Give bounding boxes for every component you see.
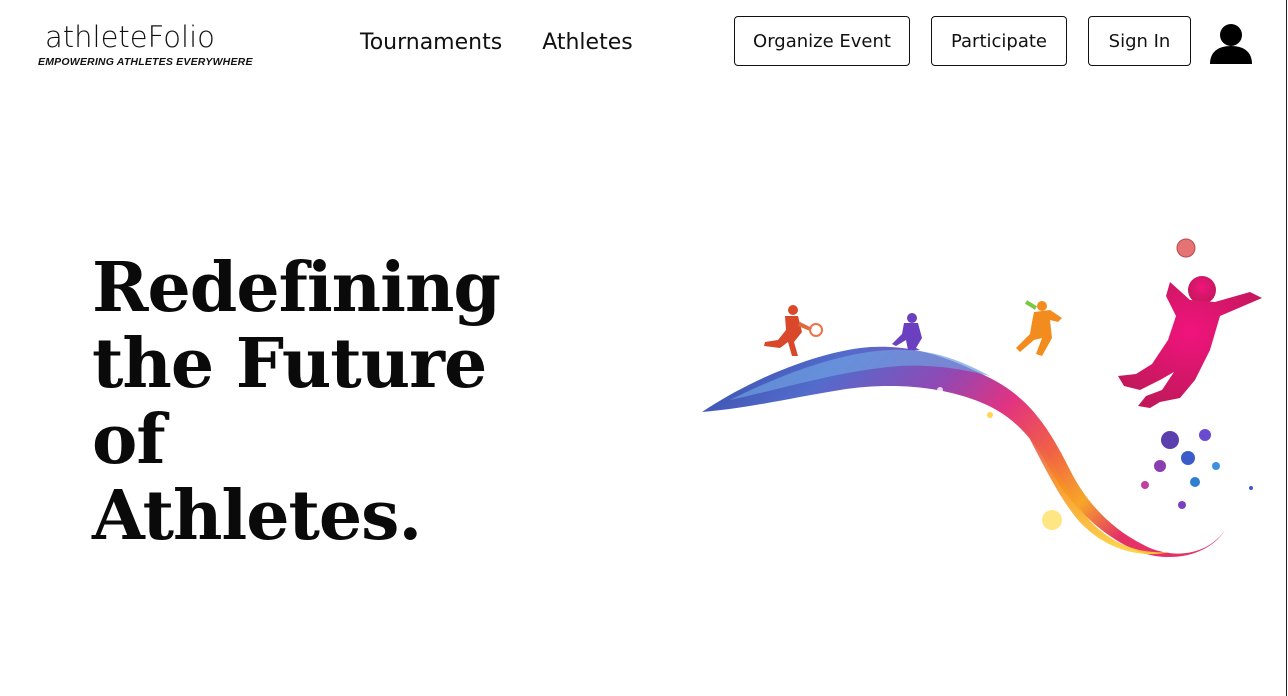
main-nav: Tournaments Athletes <box>360 26 633 60</box>
brand-logo[interactable]: athleteFolio EMPOWERING ATHLETES EVERYWH… <box>38 18 268 68</box>
organize-event-button[interactable]: Organize Event <box>734 16 910 66</box>
brand-tagline: EMPOWERING ATHLETES EVERYWHERE <box>38 56 253 68</box>
nav-link-athletes[interactable]: Athletes <box>542 26 633 60</box>
participate-button[interactable]: Participate <box>931 16 1067 66</box>
nav-link-tournaments[interactable]: Tournaments <box>360 26 502 60</box>
hero-title-line: Athletes. <box>92 476 422 556</box>
sports-splash-illustration <box>690 230 1280 570</box>
hero-title-line: Redefining <box>92 248 501 328</box>
sign-in-button[interactable]: Sign In <box>1088 16 1191 66</box>
brand-name: athleteFolio <box>45 20 215 54</box>
page-edge-divider <box>1286 0 1287 696</box>
hero-title: Redefining the Future of Athletes. <box>92 248 501 556</box>
hero-title-line: the Future <box>92 324 487 404</box>
hero-title-line: of <box>92 400 166 480</box>
user-icon[interactable] <box>1208 22 1254 66</box>
page: athleteFolio EMPOWERING ATHLETES EVERYWH… <box>0 0 1288 696</box>
